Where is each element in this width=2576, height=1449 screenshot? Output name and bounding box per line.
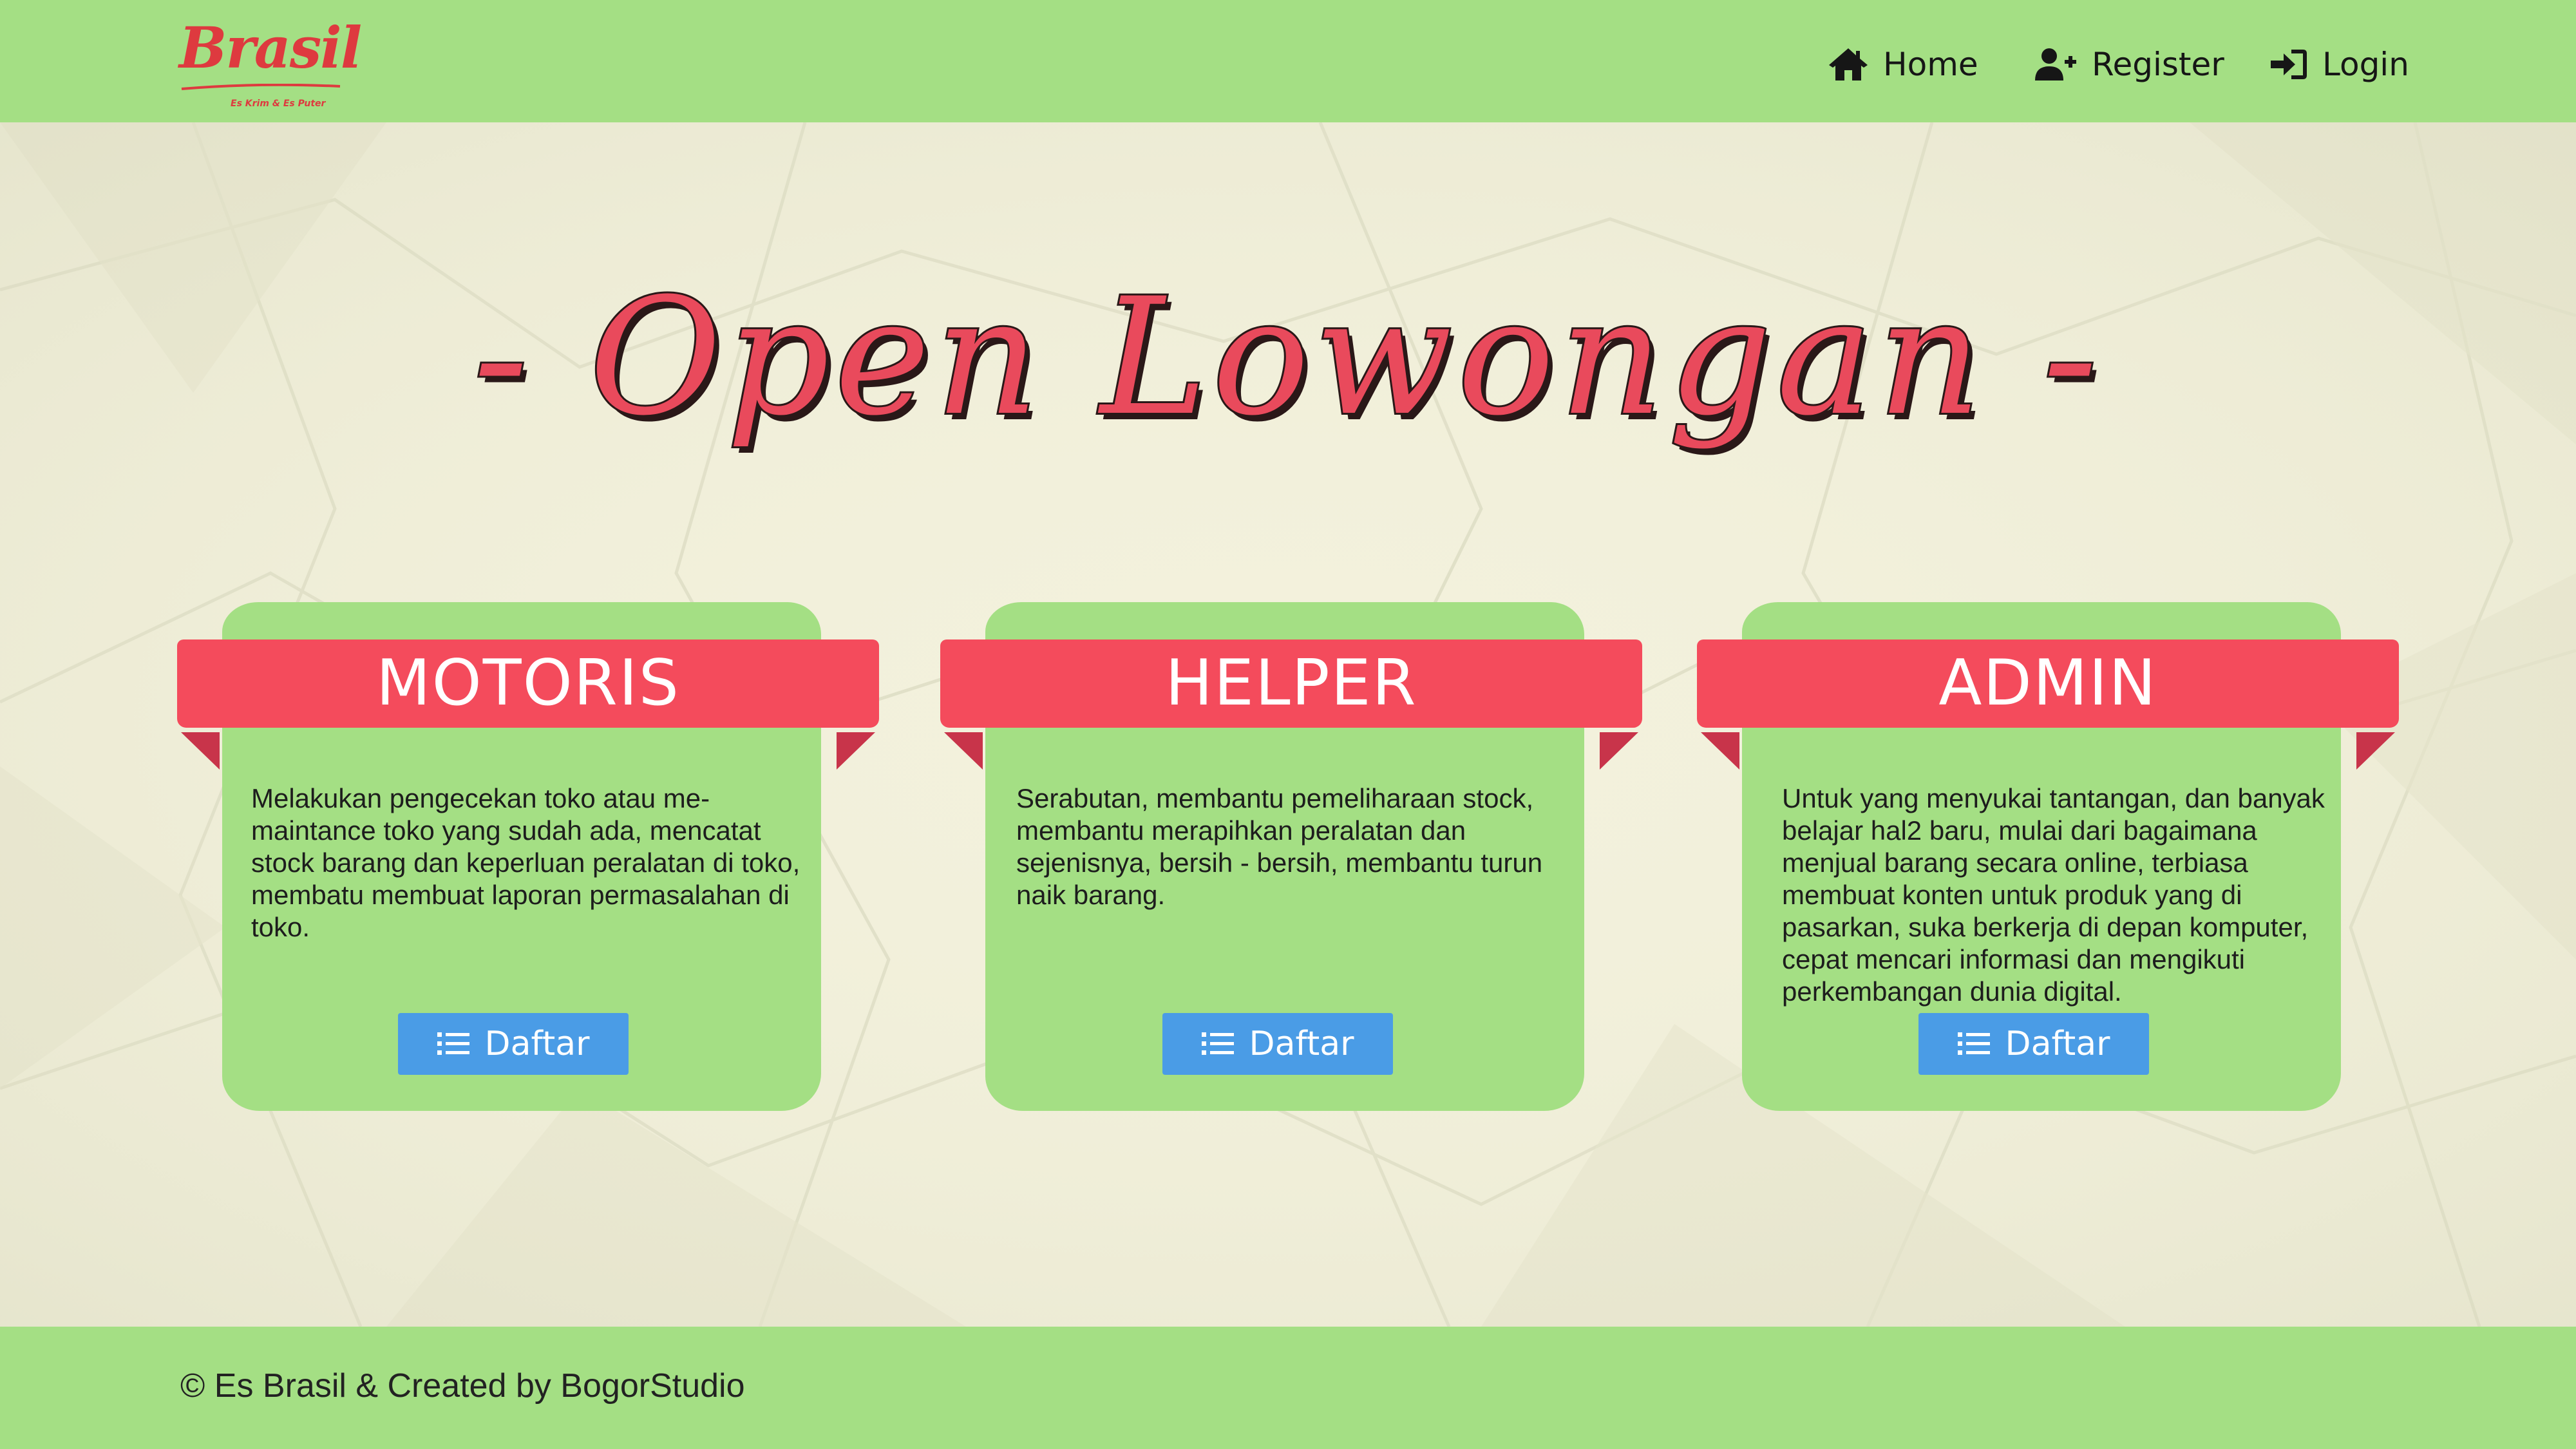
daftar-button-label: Daftar [2005, 1025, 2110, 1063]
nav-home-label: Home [1883, 46, 1978, 83]
nav-register-link[interactable]: Register [2034, 39, 2224, 90]
footer-copyright: © Es Brasil & Created by BogorStudio [180, 1367, 745, 1405]
job-title: ADMIN [1938, 647, 2157, 720]
brand-name: Brasil [179, 14, 362, 81]
nav-home-link[interactable]: Home [1828, 39, 1978, 90]
job-title: HELPER [1165, 647, 1417, 720]
job-title: MOTORIS [376, 647, 680, 720]
logo-swoosh-icon [181, 84, 341, 90]
job-description: Serabutan, membantu pemeliharaan stock, … [1016, 783, 1543, 910]
navbar: Brasil Es Krim & Es Puter Home Register … [0, 0, 2576, 122]
page-heading: - Open Lowongan - [471, 263, 2103, 451]
nav-login-label: Login [2322, 46, 2409, 83]
ribbon-fold-right [2356, 732, 2395, 770]
daftar-button-motoris[interactable]: Daftar [398, 1013, 629, 1075]
job-description: Untuk yang menyukai tantangan, dan banya… [1782, 783, 2325, 1007]
daftar-button-label: Daftar [484, 1025, 590, 1063]
brand-logo[interactable]: Brasil Es Krim & Es Puter [179, 19, 362, 109]
list-icon [1957, 1032, 1990, 1055]
nav-register-label: Register [2092, 46, 2224, 83]
ribbon-fold-right [837, 732, 875, 770]
list-icon [437, 1032, 469, 1055]
home-icon [1829, 48, 1868, 80]
ribbon-fold-right [1600, 732, 1638, 770]
sign-in-icon [2271, 50, 2307, 79]
ribbon-fold-left [181, 732, 220, 770]
main-content: - Open Lowongan - MOTORIS Melakukan peng… [0, 122, 2576, 1327]
ribbon-fold-left [1701, 732, 1739, 770]
user-plus-icon [2035, 48, 2076, 80]
daftar-button-label: Daftar [1249, 1025, 1354, 1063]
ribbon-fold-left [944, 732, 983, 770]
list-icon [1201, 1032, 1234, 1055]
footer: © Es Brasil & Created by BogorStudio [0, 1327, 2576, 1449]
job-description: Melakukan pengecekan toko atau me-mainta… [251, 783, 800, 942]
daftar-button-helper[interactable]: Daftar [1162, 1013, 1393, 1075]
nav-login-link[interactable]: Login [2268, 39, 2409, 90]
brand-tagline: Es Krim & Es Puter [231, 99, 326, 109]
daftar-button-admin[interactable]: Daftar [1918, 1013, 2149, 1075]
